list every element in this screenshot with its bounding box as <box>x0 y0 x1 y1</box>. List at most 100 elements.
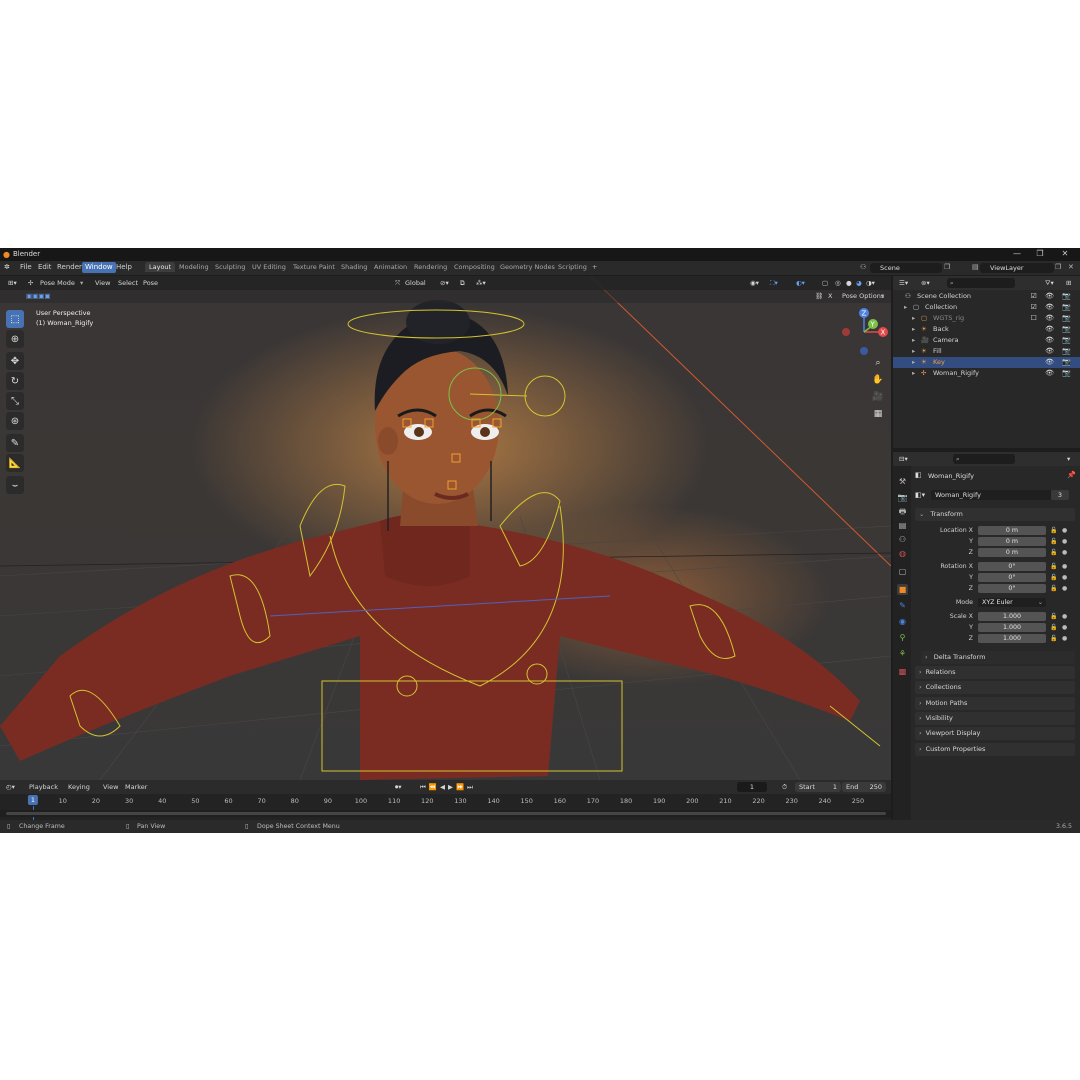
minimize-button[interactable]: — <box>1010 249 1024 258</box>
menu-render[interactable]: Render <box>57 263 82 271</box>
keyframe-dot-icon[interactable]: ● <box>1062 549 1067 556</box>
visibility-toggle-icons[interactable]: 👁 📷 <box>1045 368 1074 379</box>
properties-editor[interactable]: ⊟▾ ⌕ ▾ ⚒ 📷 🖶 ▤ ⚇ ◍ ▢ ■ ✎ ◉ ⚲ ⚘ ▩ ◧ Woman… <box>893 452 1080 820</box>
object-name-field[interactable]: Woman_Rigify <box>931 490 1051 500</box>
properties-panel-header[interactable]: › Relations <box>915 666 1075 679</box>
lock-icon[interactable]: 🔓 <box>1050 635 1057 642</box>
xray-toggle-icon[interactable]: ▢ <box>822 279 828 287</box>
pin-icon[interactable]: 📌 <box>1067 471 1076 479</box>
zoom-icon[interactable]: ⌕ <box>871 355 885 372</box>
tab-rendering[interactable]: Rendering <box>414 263 447 271</box>
rotate-tool-icon[interactable]: ↻ <box>6 372 24 390</box>
visibility-toggle-icons[interactable]: 👁 📷 <box>1045 357 1074 368</box>
menu-window[interactable]: Window <box>82 262 116 273</box>
scrollbar-thumb[interactable] <box>6 812 886 815</box>
tab-geometry-nodes[interactable]: Geometry Nodes <box>500 263 555 271</box>
lock-icon[interactable]: 🔓 <box>1050 574 1057 581</box>
keyframe-dot-icon[interactable]: ● <box>1062 585 1067 592</box>
scale-x-field[interactable]: 1.000 <box>978 612 1046 621</box>
outliner-item[interactable]: ▸ 🎥 Camera 👁 📷 <box>893 335 1080 346</box>
wireframe-shading-icon[interactable]: ◎ <box>835 279 841 287</box>
keyframe-dot-icon[interactable]: ● <box>1062 527 1067 534</box>
select-mode-icons[interactable]: ▣▣▣▣ <box>26 292 51 300</box>
select-box-tool-icon[interactable]: ⬚ <box>6 310 24 328</box>
lock-icon[interactable]: 🔓 <box>1050 613 1057 620</box>
outliner-item[interactable]: ▸ ▢ Collection ☑ 👁 📷 <box>893 302 1080 313</box>
outliner-item[interactable]: ▸ ✢ Woman_Rigify 👁 📷 <box>893 368 1080 379</box>
scale-y-field[interactable]: 1.000 <box>978 623 1046 632</box>
expand-arrow-icon[interactable]: ▸ <box>904 302 907 313</box>
properties-search-input[interactable]: ⌕ <box>953 454 1015 464</box>
pivot-icon[interactable]: ⊘▾ <box>440 279 449 287</box>
3d-viewport[interactable]: ⊞▾ ✢ Pose Mode ▾ View Select Pose ⤧ Glob… <box>0 276 891 780</box>
lock-icon[interactable]: 🔓 <box>1050 538 1057 545</box>
properties-panel-header[interactable]: › Viewport Display <box>915 727 1075 741</box>
mode-selector[interactable]: Pose Mode <box>40 279 75 287</box>
tab-layout[interactable]: Layout <box>145 262 176 272</box>
transform-tool-icon[interactable]: ⊛ <box>6 412 24 430</box>
outliner-item[interactable]: ▸ ☀ Fill 👁 📷 <box>893 346 1080 357</box>
delta-transform-panel-header[interactable]: › Delta Transform <box>921 651 1075 664</box>
constraint-tab-icon[interactable]: ⚲ <box>897 632 908 643</box>
transform-panel-header[interactable]: ⌄ Transform <box>915 508 1075 521</box>
keyframe-dot-icon[interactable]: ● <box>1062 635 1067 642</box>
measure-tool-icon[interactable]: 📐 <box>6 454 24 472</box>
object-tab-icon[interactable]: ■ <box>897 584 908 595</box>
rendered-shading-icon[interactable]: ◑▾ <box>866 279 875 287</box>
rotation-z-field[interactable]: 0° <box>978 584 1046 593</box>
display-mode-icon[interactable]: ⊚▾ <box>921 279 930 287</box>
outliner-editor-type-icon[interactable]: ☰▾ <box>899 279 908 287</box>
rotation-y-field[interactable]: 0° <box>978 573 1046 582</box>
tab-animation[interactable]: Animation <box>374 263 407 271</box>
expand-arrow-icon[interactable]: ▸ <box>912 368 915 379</box>
object-data-tab-icon[interactable]: ⚘ <box>897 648 908 659</box>
data-block-icon[interactable]: ◧▾ <box>915 491 925 499</box>
ortho-grid-icon[interactable]: ▦ <box>871 406 885 423</box>
visibility-toggle-icons[interactable]: ☑ 👁 📷 <box>1031 302 1074 313</box>
editor-type-icon[interactable]: ⊞▾ <box>8 279 17 287</box>
view-layer-copy-icon[interactable]: ❐ <box>1055 263 1061 271</box>
outliner-item[interactable]: ▸ ▢ WGTS_rig ☐ 👁 📷 <box>893 313 1080 324</box>
menu-file[interactable]: File <box>20 263 32 271</box>
menu-view[interactable]: View <box>95 279 110 287</box>
pan-hand-icon[interactable]: ✋ <box>871 372 885 389</box>
view-layer-tab-icon[interactable]: ▤ <box>897 520 908 531</box>
view-layer-remove-icon[interactable]: ✕ <box>1068 263 1074 271</box>
rotation-mode-select[interactable]: XYZ Euler ⌄ <box>978 598 1046 607</box>
maximize-button[interactable]: ❐ <box>1033 249 1047 258</box>
users-count[interactable]: 3 <box>1051 490 1069 500</box>
location-x-field[interactable]: 0 m <box>978 526 1046 535</box>
relax-pose-tool-icon[interactable]: ⌣ <box>6 476 24 494</box>
visibility-toggle-icons[interactable]: ☐ 👁 📷 <box>1031 313 1074 324</box>
expand-arrow-icon[interactable]: ▸ <box>912 324 915 335</box>
pose-options-menu[interactable]: Pose Options <box>842 292 884 300</box>
snap-icon[interactable]: ⧉ <box>460 279 465 288</box>
location-z-field[interactable]: 0 m <box>978 548 1046 557</box>
add-workspace-button[interactable]: + <box>592 263 597 271</box>
visibility-toggle-icons[interactable]: 👁 📷 <box>1045 335 1074 346</box>
timeline-ruler[interactable]: 1 10 20 30 40 50 60 70 80 90 100 110 120 130 140 150 160… <box>0 780 891 810</box>
timeline-editor[interactable]: ◴▾ Playback Keying View Marker ⏺▾ ⏮⏪◀▶⏩⏭… <box>0 780 891 820</box>
camera-view-icon[interactable]: 🎥 <box>871 389 885 406</box>
cursor-tool-icon[interactable]: ⊕ <box>6 330 24 348</box>
keyframe-dot-icon[interactable]: ● <box>1062 624 1067 631</box>
outliner-item[interactable]: ▸ ☀ Key 👁 📷 <box>893 357 1080 368</box>
lock-icon[interactable]: 🔓 <box>1050 563 1057 570</box>
outliner-item[interactable]: ⚇ Scene Collection ☑ 👁 📷 <box>893 291 1080 302</box>
tool-tab-icon[interactable]: ⚒ <box>897 476 908 487</box>
visibility-icon[interactable]: ◉▾ <box>750 279 759 287</box>
properties-panel-header[interactable]: › Visibility <box>915 711 1075 725</box>
lock-icon[interactable]: 🔓 <box>1050 624 1057 631</box>
snap-dropdown-icon[interactable]: ⁂▾ <box>476 279 486 287</box>
expand-arrow-icon[interactable]: ▸ <box>912 335 915 346</box>
properties-panel-header[interactable]: › Custom Properties <box>915 742 1075 756</box>
visibility-toggle-icons[interactable]: ☑ 👁 📷 <box>1031 291 1074 302</box>
scale-tool-icon[interactable]: ⤡ <box>6 392 24 410</box>
tab-sculpting[interactable]: Sculpting <box>215 263 245 271</box>
keyframe-dot-icon[interactable]: ● <box>1062 574 1067 581</box>
keyframe-dot-icon[interactable]: ● <box>1062 563 1067 570</box>
expand-arrow-icon[interactable]: ▸ <box>912 357 915 368</box>
tab-shading[interactable]: Shading <box>341 263 367 271</box>
physics-tab-icon[interactable]: ◉ <box>897 616 908 627</box>
x-mirror-icon[interactable]: X <box>828 292 832 300</box>
